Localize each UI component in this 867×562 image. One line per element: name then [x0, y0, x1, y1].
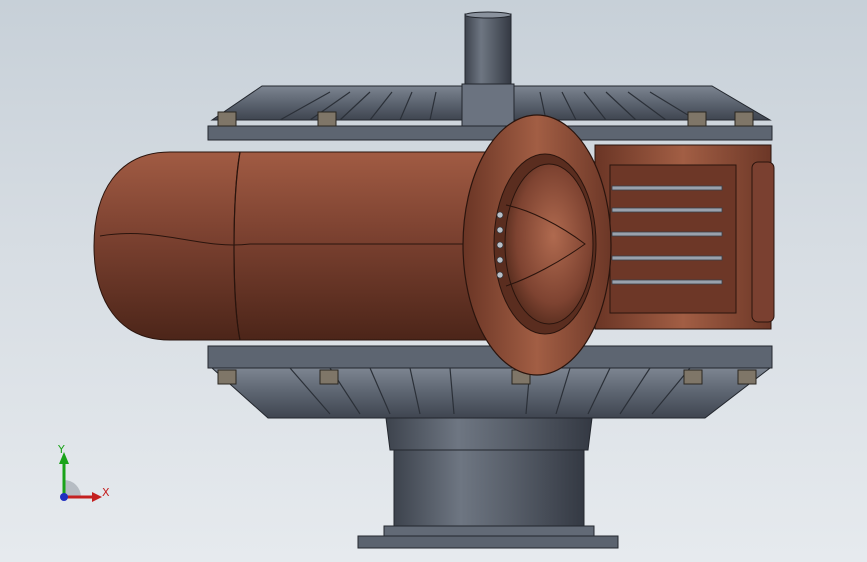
flange-bore [504, 163, 594, 325]
triad-z-axis [60, 493, 68, 501]
base-collar [385, 417, 593, 451]
base-neck [393, 449, 585, 527]
triad-x-label: X [102, 486, 110, 499]
axis-triad: Y X [40, 440, 120, 510]
base-foot-ring [383, 525, 595, 537]
upper-flange [207, 125, 773, 141]
triad-y-label: Y [58, 443, 65, 456]
lower-flange [207, 345, 773, 369]
valve-assembly-model[interactable] [0, 0, 867, 562]
cad-viewport[interactable]: Y X [0, 0, 867, 562]
axis-triad-graphic [59, 452, 102, 502]
upper-hub [461, 83, 515, 129]
copper-pipe-elbow [93, 151, 251, 341]
base-foot [357, 535, 619, 549]
copper-pipe-body [233, 151, 501, 341]
top-shaft-end [464, 11, 512, 19]
copper-box-side [751, 161, 775, 323]
triad-x-arrow [92, 492, 102, 502]
